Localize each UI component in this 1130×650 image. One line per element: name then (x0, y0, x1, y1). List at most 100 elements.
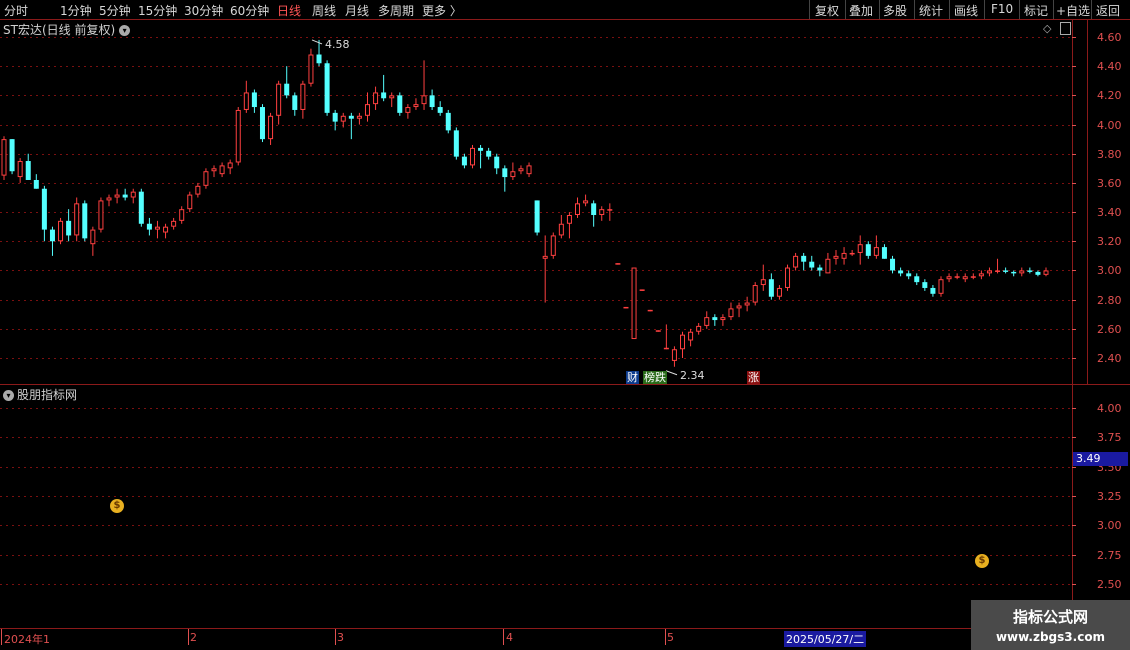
candle (518, 165, 524, 175)
candle (324, 60, 330, 116)
chevron-down-icon[interactable]: ▾ (3, 390, 14, 401)
candle (364, 92, 370, 122)
candle (550, 232, 556, 259)
candle (696, 322, 702, 335)
candle (954, 273, 960, 280)
candle (74, 197, 80, 242)
candle (41, 185, 47, 242)
candle (680, 331, 686, 358)
candle (235, 107, 241, 166)
badge-finance[interactable]: 财 (626, 371, 639, 384)
candle (17, 158, 23, 183)
candle (720, 314, 726, 326)
candle (308, 48, 314, 87)
price-annotations: 4.58 2.34 (311, 38, 705, 382)
candle (429, 89, 435, 110)
candle (66, 209, 72, 242)
candle (712, 314, 718, 326)
price-tick-label: 2.80 (1097, 293, 1122, 307)
candle (106, 194, 112, 207)
price-tick-label: 3.80 (1097, 147, 1122, 161)
candle (542, 235, 548, 303)
diamond-icon[interactable]: ◇ (1043, 22, 1051, 35)
candle (833, 250, 839, 265)
candle (785, 264, 791, 291)
candle (857, 235, 863, 265)
candle (558, 215, 564, 239)
low-price-label: 2.34 (680, 369, 705, 382)
candle (171, 217, 177, 230)
watermark: 指标公式网 www.zbgs3.com (971, 600, 1130, 650)
candle (631, 267, 637, 340)
money-bag-icon: $ (110, 499, 124, 513)
candle (647, 309, 653, 312)
price-tick-label: 2.60 (1097, 322, 1122, 336)
candle (33, 174, 39, 189)
candle (478, 144, 484, 169)
price-tick-label: 4.00 (1097, 118, 1122, 132)
date-label-mar: 3 (337, 631, 344, 644)
candle (752, 282, 758, 306)
candle (300, 80, 306, 119)
candle (130, 188, 136, 204)
stock-title: ST宏达(日线 前复权) (3, 23, 116, 37)
indicator-tick-label: 3.00 (1097, 518, 1122, 532)
date-label-may: 5 (667, 631, 674, 644)
candle (534, 200, 540, 236)
candle (607, 203, 613, 221)
candle (671, 346, 677, 367)
badge-limit-up[interactable]: 涨 (747, 371, 760, 384)
candle (154, 220, 160, 239)
candle (502, 165, 508, 192)
candle (195, 182, 201, 198)
candle (768, 273, 774, 300)
axis-ticks (1, 37, 1076, 645)
watermark-title: 指标公式网 (1012, 608, 1088, 626)
candle (227, 159, 233, 175)
candle (486, 147, 492, 160)
candle (615, 263, 621, 265)
date-label-feb: 2 (190, 631, 197, 644)
candle (49, 226, 55, 256)
candle (881, 244, 887, 259)
candle (243, 80, 249, 113)
indicator-title-bar: ▾ 股朋指标网 (3, 386, 77, 403)
candle (962, 273, 968, 283)
price-tick-label: 4.40 (1097, 59, 1122, 73)
candle (219, 162, 225, 178)
badge-limit-down[interactable]: 榜跌 (643, 371, 667, 384)
candle (469, 144, 476, 169)
candle (574, 197, 581, 218)
candle (284, 66, 290, 99)
candle (1035, 270, 1041, 277)
price-tick-label: 4.60 (1097, 30, 1122, 44)
candle (114, 188, 120, 204)
date-label-jan: 2024年1 (4, 633, 50, 646)
chevron-down-icon[interactable]: ▾ (119, 25, 131, 36)
candle (332, 109, 338, 131)
candle (938, 276, 944, 297)
candle (276, 80, 282, 125)
indicator-tick-label: 3.75 (1097, 430, 1122, 444)
candle (688, 328, 694, 347)
candle (583, 194, 589, 207)
settings-icon[interactable] (1060, 22, 1071, 35)
candle (1019, 267, 1025, 277)
candle (397, 92, 403, 116)
candle (82, 200, 88, 242)
price-tick-label: 3.00 (1097, 263, 1122, 277)
candle (1043, 267, 1049, 277)
chart-canvas: 4.58 2.34 (0, 20, 1130, 645)
candle (138, 188, 144, 227)
current-value-tag: 3.49 (1073, 452, 1128, 466)
candle (663, 324, 669, 350)
indicator-tick-label: 4.00 (1097, 401, 1122, 415)
candle (122, 188, 128, 201)
chart-frame (0, 20, 1130, 629)
candle (970, 273, 976, 280)
candle (526, 162, 532, 178)
candle (163, 223, 169, 239)
candle (348, 112, 354, 140)
indicator-tick-label: 3.25 (1097, 489, 1122, 503)
candle (340, 112, 346, 128)
